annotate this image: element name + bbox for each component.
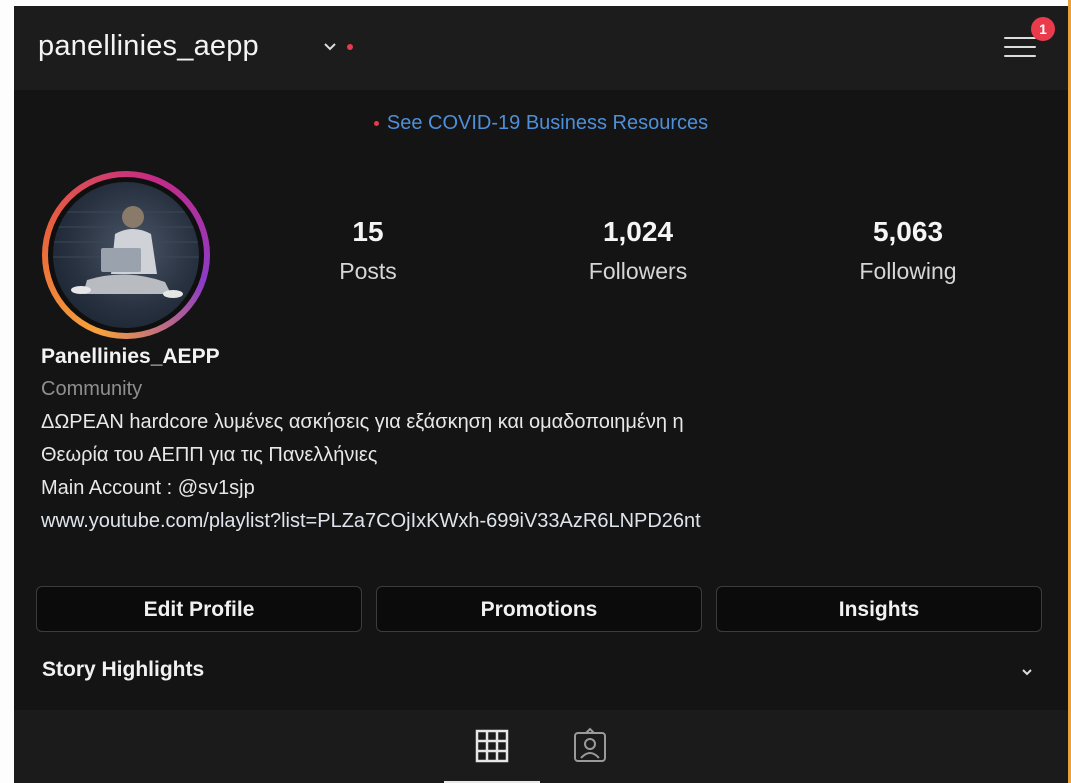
avatar-frame bbox=[48, 177, 204, 333]
chevron-down-icon[interactable] bbox=[1018, 663, 1036, 681]
grid-icon[interactable] bbox=[472, 726, 512, 766]
profile-category: Community bbox=[41, 378, 143, 400]
covid-resources-banner[interactable]: See COVID-19 Business Resources bbox=[14, 112, 1068, 135]
profile-bio: Panellinies_AEPP Community ΔΩΡΕΑΝ hardco… bbox=[41, 342, 1041, 538]
following-label: Following bbox=[859, 258, 957, 284]
avatar-photo bbox=[53, 182, 199, 328]
bio-line-1: ΔΩΡΕΑΝ hardcore λυμένες ασκήσεις για εξά… bbox=[41, 411, 684, 433]
person-with-laptop-illustration bbox=[53, 206, 199, 298]
posts-label: Posts bbox=[339, 258, 397, 284]
account-username[interactable]: panellinies_aepp bbox=[38, 30, 259, 63]
bio-line-2: Θεωρία του ΑΕΠΠ για τις Πανελλήνιες bbox=[41, 444, 378, 466]
posts-count: 15 bbox=[352, 216, 384, 247]
stat-posts[interactable]: 15 Posts bbox=[283, 216, 453, 285]
following-count: 5,063 bbox=[872, 216, 944, 247]
chevron-down-icon[interactable] bbox=[320, 36, 340, 56]
stat-followers[interactable]: 1,024 Followers bbox=[553, 216, 723, 285]
avatar[interactable] bbox=[42, 171, 210, 339]
stat-following[interactable]: 5,063 Following bbox=[823, 216, 993, 285]
tagged-person-icon[interactable] bbox=[570, 726, 610, 766]
account-indicator-dot bbox=[347, 44, 353, 50]
app-screen: panellinies_aepp 1 See COVID-19 Business… bbox=[14, 6, 1068, 783]
edit-profile-button[interactable]: Edit Profile bbox=[36, 586, 362, 632]
main-account-mention[interactable]: Main Account : @sv1sjp bbox=[41, 472, 1041, 505]
story-highlights-label[interactable]: Story Highlights bbox=[42, 658, 204, 682]
promo-dot bbox=[373, 121, 379, 127]
promotions-button[interactable]: Promotions bbox=[376, 586, 702, 632]
profile-name: Panellinies_AEPP bbox=[41, 345, 220, 368]
notification-badge: 1 bbox=[1031, 17, 1055, 41]
top-header: panellinies_aepp 1 bbox=[14, 6, 1068, 90]
bio-website-link[interactable]: www.youtube.com/playlist?list=PLZa7COjIx… bbox=[41, 505, 1041, 538]
covid-resources-link[interactable]: See COVID-19 Business Resources bbox=[387, 112, 708, 134]
followers-label: Followers bbox=[588, 258, 688, 284]
followers-count: 1,024 bbox=[602, 216, 674, 247]
insights-button[interactable]: Insights bbox=[716, 586, 1042, 632]
profile-tab-bar bbox=[14, 710, 1068, 783]
